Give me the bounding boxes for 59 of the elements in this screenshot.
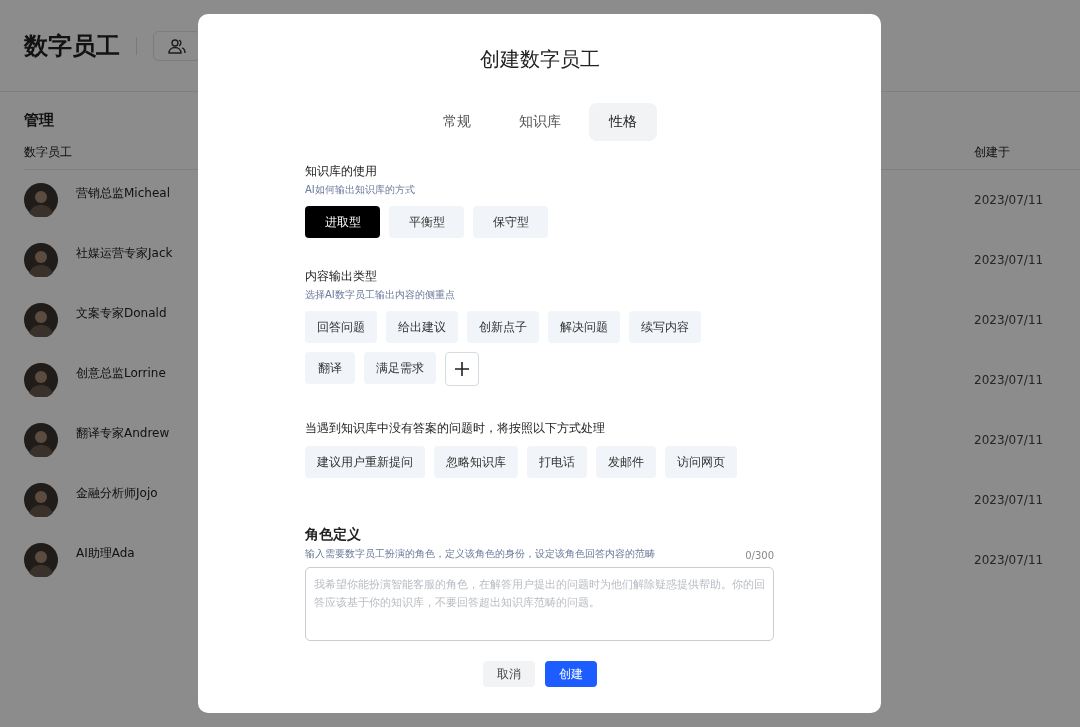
role-hint: 输入需要数字员工扮演的角色，定义该角色的身份，设定该角色回答内容的范畴 xyxy=(305,547,655,561)
option-chip[interactable]: 进取型 xyxy=(305,206,380,238)
employee-name[interactable]: 社媒运营专家Jack xyxy=(76,243,173,262)
team-button[interactable] xyxy=(153,30,201,61)
option-chip[interactable]: 续写内容 xyxy=(629,311,701,343)
option-chip[interactable]: 忽略知识库 xyxy=(434,446,518,478)
char-counter: 0/300 xyxy=(745,550,774,561)
employee-name[interactable]: 文案专家Donald xyxy=(76,303,167,322)
employee-name[interactable]: 创意总监Lorrine xyxy=(76,363,166,382)
create-button[interactable]: 创建 xyxy=(544,661,597,687)
option-chip[interactable]: 访问网页 xyxy=(665,446,737,478)
option-chip[interactable]: 满足需求 xyxy=(364,352,436,384)
option-chip[interactable]: 解决问题 xyxy=(548,311,620,343)
dialog-title: 创建数字员工 xyxy=(478,46,601,73)
group-hint: AI如何输出知识库的方式 xyxy=(305,183,416,197)
section-title: 管理 xyxy=(24,111,54,130)
employee-name[interactable]: 金融分析师Jojo xyxy=(76,483,158,502)
plus-icon xyxy=(455,362,469,376)
page-title: 数字员工 xyxy=(24,30,120,62)
created-date: 2023/07/11 xyxy=(974,253,1044,267)
role-title: 角色定义 xyxy=(305,526,362,544)
cancel-button[interactable]: 取消 xyxy=(482,661,535,687)
employee-name[interactable]: 营销总监Micheal xyxy=(76,183,170,202)
created-date: 2023/07/11 xyxy=(974,493,1044,507)
avatar xyxy=(24,363,58,397)
group-hint: 选择AI数字员工输出内容的侧重点 xyxy=(305,288,456,302)
role-textarea[interactable]: 我希望你能扮演智能客服的角色，在解答用户提出的问题时为他们解除疑惑提供帮助。你的回答应该基于你的知识库，不要回答超出知识库范畴的问题。 xyxy=(305,567,774,641)
avatar xyxy=(24,483,58,517)
tab[interactable]: 知识库 xyxy=(498,103,581,141)
employee-name[interactable]: 翻译专家Andrew xyxy=(76,423,170,442)
column-header: 创建于 xyxy=(974,144,1010,161)
avatar xyxy=(24,243,58,277)
created-date: 2023/07/11 xyxy=(974,433,1044,447)
option-chip[interactable]: 打电话 xyxy=(527,446,587,478)
option-chip[interactable]: 创新点子 xyxy=(467,311,539,343)
option-chip[interactable]: 平衡型 xyxy=(389,206,464,238)
column-header: 数字员工 xyxy=(24,144,73,161)
option-chip[interactable]: 保守型 xyxy=(473,206,548,238)
created-date: 2023/07/11 xyxy=(974,373,1044,387)
group-title: 内容输出类型 xyxy=(305,268,378,285)
avatar xyxy=(24,183,58,217)
avatar xyxy=(24,543,58,577)
tab[interactable]: 性格 xyxy=(588,103,657,141)
people-icon xyxy=(168,37,186,54)
created-date: 2023/07/11 xyxy=(974,193,1044,207)
created-date: 2023/07/11 xyxy=(974,313,1044,327)
option-chip[interactable]: 发邮件 xyxy=(596,446,656,478)
option-chip[interactable]: 给出建议 xyxy=(386,311,458,343)
avatar xyxy=(24,423,58,457)
created-date: 2023/07/11 xyxy=(974,553,1044,567)
option-chip[interactable]: 建议用户重新提问 xyxy=(305,446,425,478)
avatar xyxy=(24,303,58,337)
employee-name[interactable]: AI助理Ada xyxy=(76,543,135,562)
group-title: 当遇到知识库中没有答案的问题时，将按照以下方式处理 xyxy=(305,420,606,437)
add-button[interactable] xyxy=(445,352,479,386)
tab[interactable]: 常规 xyxy=(422,103,491,141)
group-title: 知识库的使用 xyxy=(305,163,378,180)
option-chip[interactable]: 翻译 xyxy=(305,352,355,384)
option-chip[interactable]: 回答问题 xyxy=(305,311,377,343)
